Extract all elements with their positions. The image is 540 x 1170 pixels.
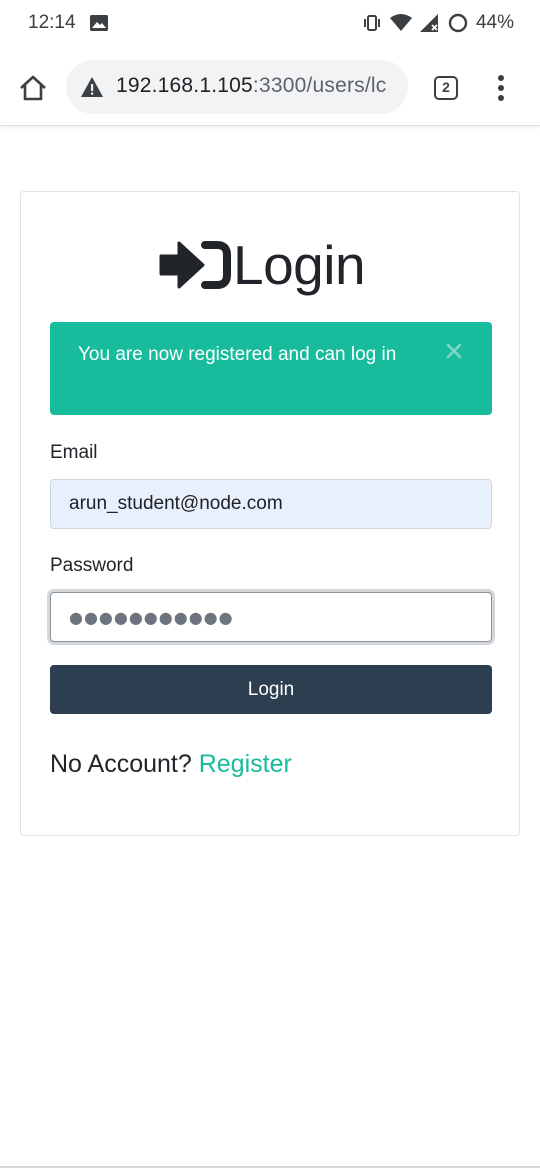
register-link[interactable]: Register bbox=[199, 750, 292, 778]
sign-in-icon bbox=[159, 241, 231, 289]
page-title-text: Login bbox=[233, 234, 366, 296]
password-field[interactable] bbox=[50, 592, 492, 642]
url-host: 192.168.1.105 bbox=[116, 74, 253, 97]
bottom-divider bbox=[0, 1166, 540, 1168]
more-menu-icon[interactable] bbox=[496, 74, 506, 102]
status-bar: 12:14 44% bbox=[0, 0, 540, 46]
image-icon bbox=[90, 15, 108, 31]
url-path: :3300/users/lc bbox=[252, 74, 387, 97]
wifi-icon bbox=[389, 14, 412, 31]
email-field[interactable] bbox=[50, 479, 492, 529]
address-bar[interactable]: 192.168.1.105:3300/users/lc bbox=[66, 60, 408, 114]
url-text[interactable]: 192.168.1.105:3300/users/lc bbox=[116, 74, 386, 98]
browser-toolbar: 192.168.1.105:3300/users/lc 2 bbox=[0, 46, 540, 126]
alert-message: You are now registered and can log in bbox=[78, 344, 397, 365]
battery-percent: 44% bbox=[475, 12, 514, 33]
home-icon[interactable] bbox=[18, 74, 48, 102]
login-card: Login You are now registered and can log… bbox=[20, 191, 520, 836]
tab-count: 2 bbox=[442, 79, 450, 95]
register-prompt: No Account? Register bbox=[50, 750, 292, 779]
login-button[interactable]: Login bbox=[50, 665, 492, 714]
signal-icon bbox=[419, 14, 438, 32]
page-title: Login bbox=[159, 230, 366, 300]
close-icon[interactable] bbox=[445, 342, 463, 360]
email-label: Email bbox=[50, 442, 98, 463]
success-alert: You are now registered and can log in bbox=[50, 322, 492, 415]
tabs-icon[interactable]: 2 bbox=[434, 76, 458, 100]
vibrate-icon bbox=[363, 15, 380, 31]
battery-icon bbox=[448, 13, 468, 33]
warning-icon[interactable] bbox=[80, 76, 104, 98]
register-prompt-text: No Account? bbox=[50, 750, 192, 778]
password-label: Password bbox=[50, 555, 134, 576]
status-time: 12:14 bbox=[28, 12, 76, 33]
status-icons: 44% bbox=[362, 12, 514, 34]
